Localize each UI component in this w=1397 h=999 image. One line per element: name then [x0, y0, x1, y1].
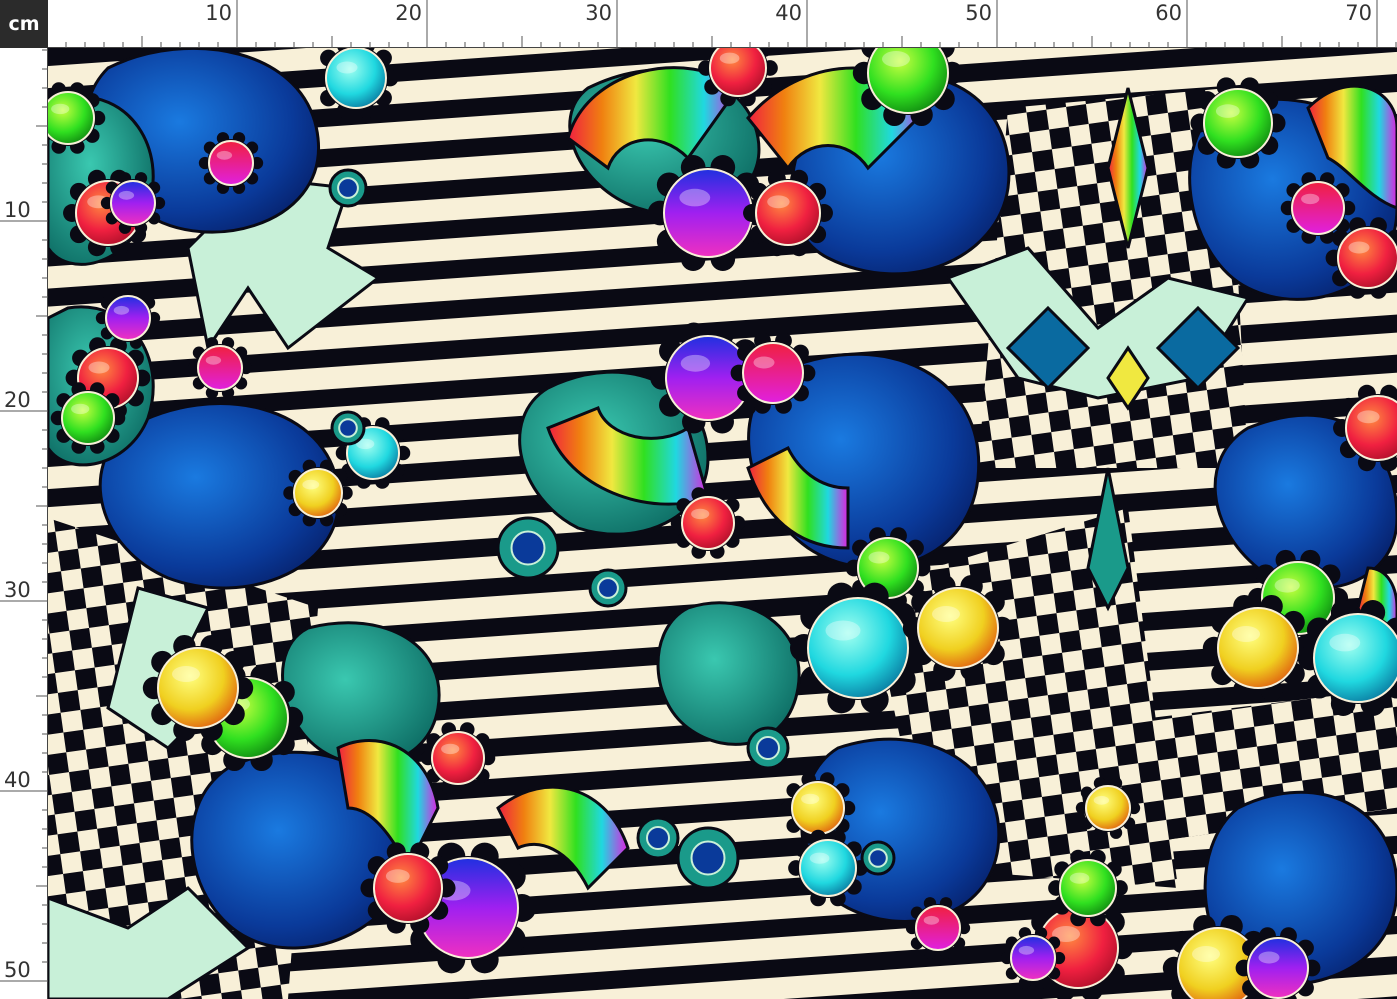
ring-ornament — [328, 168, 368, 208]
ring-ornament — [676, 826, 740, 890]
ruler-top-label: 70 — [1345, 1, 1372, 25]
ring-ornament — [330, 410, 366, 446]
ruler-left-label: 40 — [4, 768, 31, 792]
ruler-top-label: 20 — [395, 1, 422, 25]
ruler-left-label: 30 — [4, 578, 31, 602]
ring-ornament — [588, 568, 628, 608]
ruler-top-label: 50 — [965, 1, 992, 25]
ruler-left-label: 50 — [4, 958, 31, 982]
ruler-left-label: 10 — [4, 198, 31, 222]
ring-ornament — [860, 840, 896, 876]
ruler-left: 10 20 30 40 50 — [0, 48, 48, 999]
ruler-top-label: 10 — [205, 1, 232, 25]
product-preview: cm 10 20 30 40 50 60 70 10 20 30 40 50 — [0, 0, 1397, 999]
ruler-left-label: 20 — [4, 388, 31, 412]
ruler-top-label: 30 — [585, 1, 612, 25]
ruler-unit-label: cm — [0, 0, 48, 48]
ruler-top-label: 60 — [1155, 1, 1182, 25]
ruler-top: 10 20 30 40 50 60 70 — [48, 0, 1397, 48]
ring-ornament — [496, 516, 560, 580]
ruler-top-label: 40 — [775, 1, 802, 25]
fabric-pattern-image — [48, 48, 1397, 999]
ring-ornament — [746, 726, 790, 770]
ring-ornament — [636, 816, 680, 860]
